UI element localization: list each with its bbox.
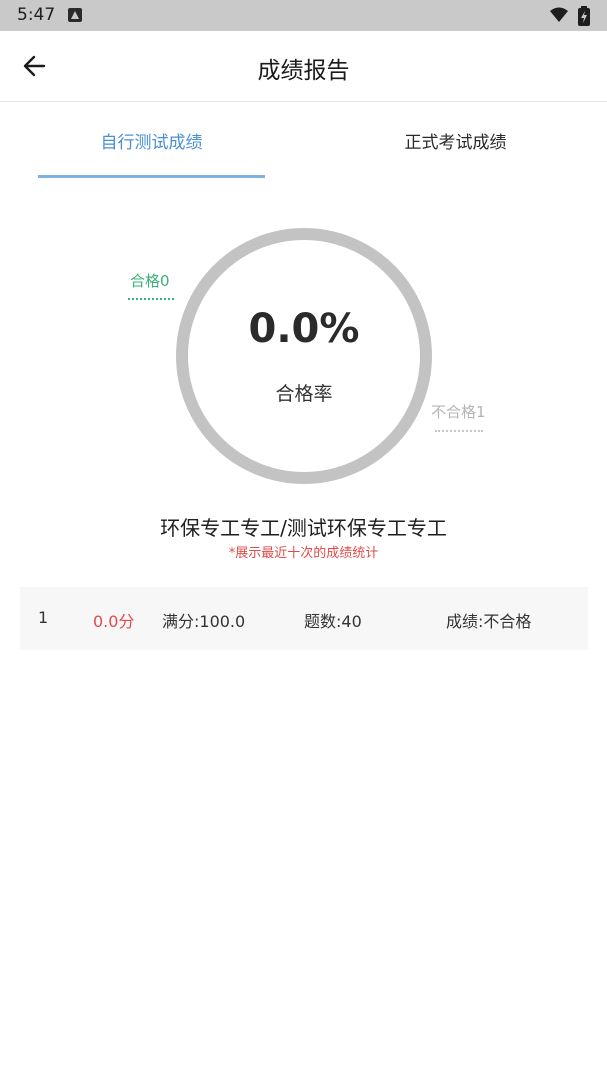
subject-title: 环保专工专工/测试环保专工专工 — [160, 516, 447, 540]
tab-indicator — [38, 175, 265, 178]
pass-rate-caption: 合格率 — [275, 383, 333, 405]
wifi-icon — [550, 7, 568, 22]
gauge-ring — [176, 228, 432, 484]
fail-count-label: 不合格1 — [431, 403, 486, 421]
record-result: 成绩:不合格 — [446, 612, 532, 631]
record-full-score: 满分:100.0 — [162, 612, 246, 631]
notification-icon — [68, 8, 82, 22]
status-time: 5:47 — [17, 5, 56, 25]
tab-self-test[interactable]: 自行测试成绩 — [38, 128, 265, 153]
record-index: 1 — [38, 608, 49, 627]
app-bar: 成绩报告 — [0, 31, 607, 102]
score-tabs: 自行测试成绩 正式考试成绩 — [0, 102, 607, 180]
pass-rate-value: 0.0% — [248, 306, 360, 352]
record-question-count: 题数:40 — [304, 612, 362, 631]
battery-icon — [578, 6, 590, 26]
stat-note: *展示最近十次的成绩统计 — [228, 546, 379, 561]
fail-leader-line — [435, 430, 483, 432]
pass-rate-gauge: 0.0% 合格率 — [176, 228, 432, 484]
pass-leader-line — [128, 298, 174, 300]
page-title: 成绩报告 — [257, 58, 350, 84]
status-bar: 5:47 — [0, 0, 607, 31]
table-row[interactable]: 1 0.0分 满分:100.0 题数:40 成绩:不合格 — [20, 587, 588, 650]
pass-count-label: 合格0 — [130, 272, 170, 290]
record-score: 0.0分 — [93, 612, 135, 631]
tab-formal-exam[interactable]: 正式考试成绩 — [342, 128, 569, 153]
